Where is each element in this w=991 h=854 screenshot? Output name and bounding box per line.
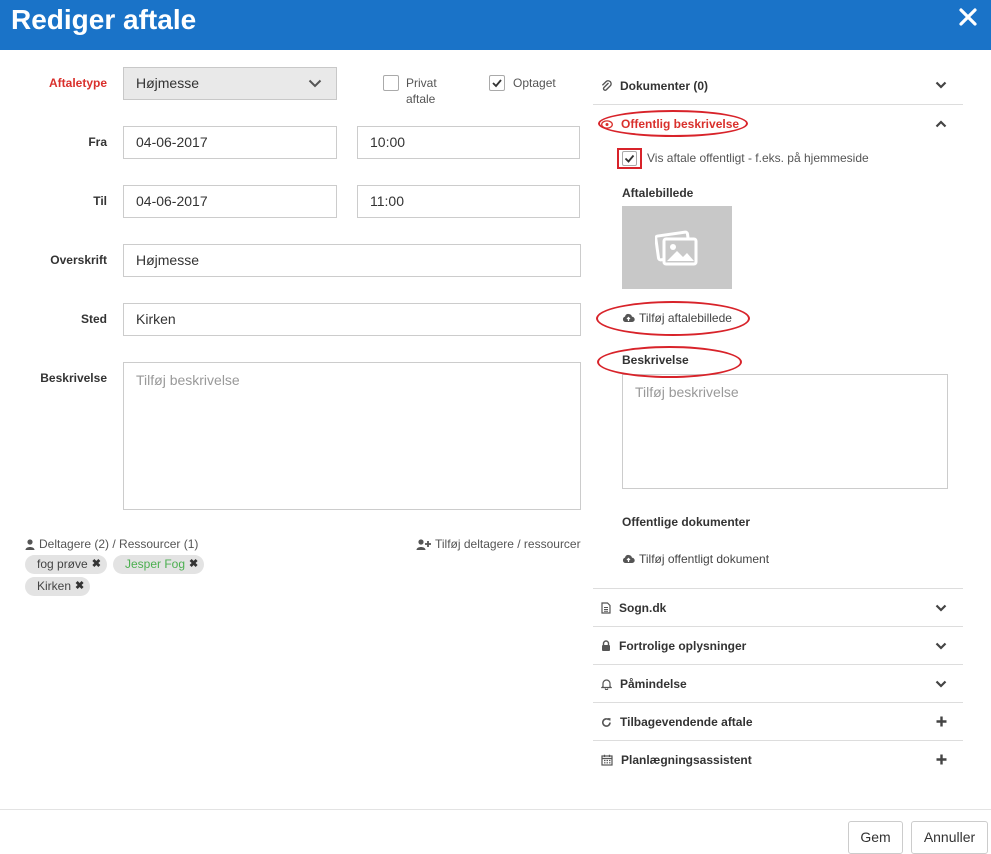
chevron-up-icon[interactable] (935, 120, 947, 128)
refresh-icon (602, 717, 611, 727)
participants-summary-text: Deltagere (2) / Ressourcer (1) (39, 537, 199, 551)
from-time-input[interactable]: 10:00 (357, 126, 580, 159)
remove-icon[interactable]: ✖ (189, 555, 198, 574)
add-public-doc-text: Tilføj offentligt dokument (639, 552, 770, 566)
accordion-planner[interactable]: Planlægningsassistent (593, 741, 963, 779)
sogn-header: Sogn.dk (601, 601, 666, 615)
to-time-input[interactable]: 11:00 (357, 185, 580, 218)
busy-checkbox[interactable] (489, 75, 505, 91)
chevron-down-icon (308, 79, 322, 88)
bell-icon (601, 679, 612, 690)
confidential-header: Fortrolige oplysninger (601, 639, 746, 653)
description-label: Beskrivelse (40, 371, 107, 385)
type-select-value: Højmesse (136, 75, 200, 91)
planner-title: Planlægningsassistent (621, 753, 752, 767)
cloud-upload-icon (622, 554, 635, 563)
participant-tag[interactable]: Jesper Fog ✖ (113, 555, 205, 574)
tag-label: fog prøve (37, 557, 88, 571)
accordion-confidential[interactable]: Fortrolige oplysninger (593, 627, 963, 665)
dialog-header: Rediger aftale (0, 0, 991, 50)
recurring-title: Tilbagevendende aftale (620, 715, 753, 729)
chevron-down-icon (935, 81, 947, 89)
plus-icon (936, 754, 947, 765)
document-icon (601, 602, 611, 614)
public-description-title: Offentlig beskrivelse (621, 117, 740, 131)
description-textarea[interactable]: Tilføj beskrivelse (123, 362, 581, 510)
place-input[interactable]: Kirken (123, 303, 581, 336)
accordion-recurring[interactable]: Tilbagevendende aftale (593, 703, 963, 741)
eye-icon (601, 119, 613, 129)
remove-icon[interactable]: ✖ (75, 577, 84, 596)
confidential-title: Fortrolige oplysninger (619, 639, 747, 653)
chevron-down-icon (935, 680, 947, 688)
lock-icon (602, 640, 610, 651)
image-label: Aftalebillede (622, 186, 694, 200)
checkmark-icon (492, 79, 502, 88)
private-label-line1: Privat (406, 76, 437, 90)
to-date-input[interactable]: 04-06-2017 (123, 185, 337, 218)
public-description-header[interactable]: Offentlig beskrivelse (601, 117, 739, 131)
resource-tag[interactable]: Kirken ✖ (25, 577, 91, 596)
recurring-header: Tilbagevendende aftale (601, 715, 753, 729)
tag-label: Jesper Fog (125, 557, 186, 571)
add-participants-text: Tilføj deltagere / ressourcer (435, 537, 581, 551)
private-checkbox[interactable] (383, 75, 399, 91)
show-public-checkbox[interactable] (622, 151, 637, 166)
chevron-down-icon (935, 642, 947, 650)
add-image-link[interactable]: Tilføj aftalebillede (622, 311, 732, 325)
user-plus-icon (416, 538, 431, 550)
close-icon[interactable] (957, 6, 979, 28)
documents-header: Dokumenter (0) (601, 79, 708, 93)
public-docs-label: Offentlige dokumenter (622, 515, 751, 529)
private-label-line2: aftale (406, 92, 436, 106)
accordion-sogn[interactable]: Sogn.dk (593, 589, 963, 627)
user-icon (25, 538, 35, 550)
private-label: Privat aftale (406, 75, 437, 107)
accordion-reminder[interactable]: Påmindelse (593, 665, 963, 703)
documents-title: Dokumenter (0) (620, 79, 709, 93)
plus-icon (936, 716, 947, 727)
dialog-title: Rediger aftale (11, 4, 197, 35)
paperclip-icon (601, 80, 612, 91)
cancel-button[interactable]: Annuller (911, 821, 988, 854)
add-participants-link[interactable]: Tilføj deltagere / ressourcer (416, 537, 581, 551)
chevron-down-icon (935, 604, 947, 612)
type-label: Aftaletype (48, 76, 107, 90)
title-input[interactable]: Højmesse (123, 244, 581, 277)
tag-label: Kirken (37, 579, 72, 593)
reminder-title: Påmindelse (620, 677, 687, 691)
show-public-label: Vis aftale offentligt - f.eks. på hjemme… (647, 151, 869, 165)
images-icon (655, 230, 698, 265)
calendar-icon (601, 754, 613, 766)
participants-summary: Deltagere (2) / Ressourcer (1) (25, 537, 198, 551)
from-date-input[interactable]: 04-06-2017 (123, 126, 337, 159)
planner-header: Planlægningsassistent (601, 753, 752, 767)
participant-tag[interactable]: fog prøve ✖ (25, 555, 107, 574)
remove-icon[interactable]: ✖ (92, 555, 101, 574)
image-placeholder[interactable] (622, 206, 732, 289)
public-description-textarea[interactable]: Tilføj beskrivelse (622, 374, 948, 489)
add-public-doc-link[interactable]: Tilføj offentligt dokument (622, 552, 769, 566)
public-description-label: Beskrivelse (622, 353, 689, 367)
save-button[interactable]: Gem (848, 821, 903, 854)
checkmark-icon (624, 154, 635, 163)
to-label: Til (93, 194, 107, 208)
title-label: Overskrift (50, 253, 107, 267)
place-label: Sted (80, 312, 107, 326)
type-select[interactable]: Højmesse (123, 67, 337, 100)
accordion-documents[interactable]: Dokumenter (0) (593, 66, 963, 105)
reminder-header: Påmindelse (601, 677, 687, 691)
busy-label: Optaget (513, 76, 556, 90)
footer-divider (0, 809, 991, 810)
cloud-upload-icon (622, 313, 635, 322)
sogn-title: Sogn.dk (619, 601, 667, 615)
from-label: Fra (88, 135, 107, 149)
add-image-text: Tilføj aftalebillede (639, 311, 732, 325)
